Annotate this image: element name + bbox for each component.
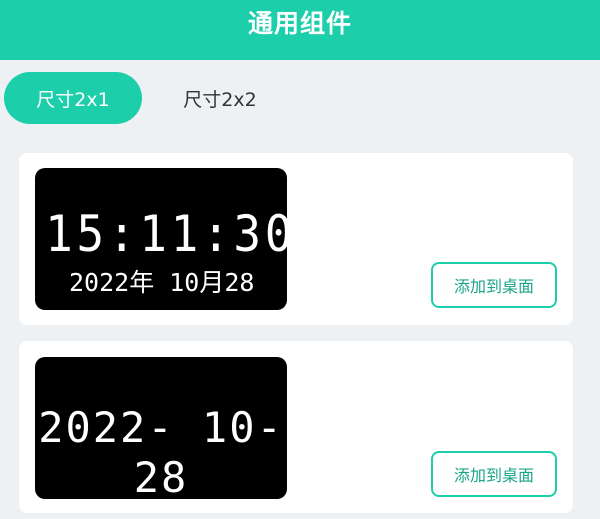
page-title: 通用组件 — [247, 9, 352, 38]
app-header: 通用组件 — [0, 0, 600, 60]
add-to-desktop-button[interactable]: 添加到桌面 — [431, 262, 557, 308]
widget-card: 2022- 10-28 添加到桌面 — [19, 341, 573, 513]
clock-widget-preview: 15:11:30 2022年 10月28 — [35, 168, 287, 310]
add-to-desktop-button[interactable]: 添加到桌面 — [431, 451, 557, 497]
clock-time: 15:11:30 — [45, 205, 287, 263]
tab-size-2x1[interactable]: 尺寸2x1 — [4, 72, 142, 124]
widget-date: 2022- 10-28 — [38, 403, 284, 499]
tab-size-2x2[interactable]: 尺寸2x2 — [160, 72, 280, 124]
widget-card: 15:11:30 2022年 10月28 添加到桌面 — [19, 153, 573, 325]
size-tabs: 尺寸2x1 尺寸2x2 — [0, 60, 600, 130]
clock-date: 2022年 10月28 — [69, 268, 255, 297]
date-widget-preview: 2022- 10-28 — [35, 357, 287, 499]
